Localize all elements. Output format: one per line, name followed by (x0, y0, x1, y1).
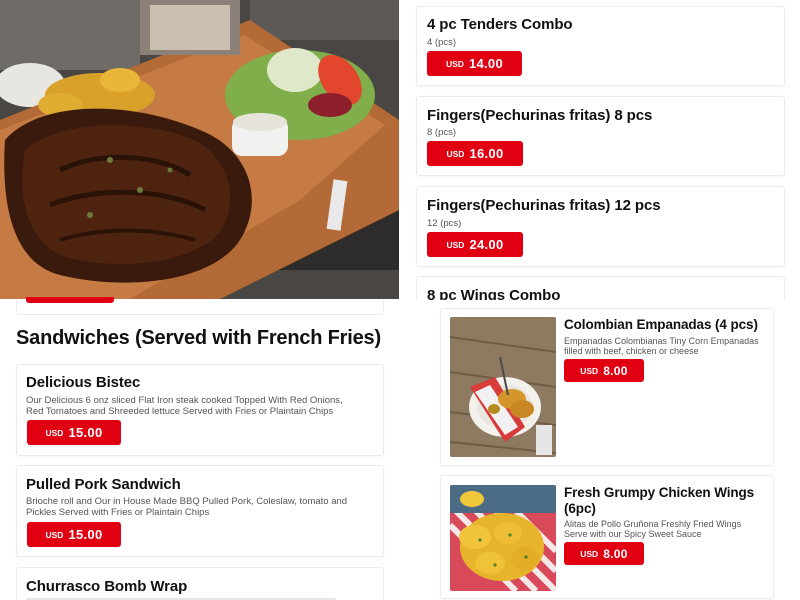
chicken-wings-photo (450, 485, 556, 591)
menu-item-description-line: Pickles Served with Fries or Plaintain C… (26, 507, 210, 518)
add-to-cart-button[interactable]: USD 8.00 (564, 359, 644, 382)
menu-item-card[interactable]: Pulled Pork Sandwich Brioche roll and Ou… (16, 465, 384, 557)
card-peek-bottom (16, 299, 384, 315)
price-label: 24.00 (469, 237, 504, 252)
menu-item-portion: 8 (pcs) (427, 127, 457, 138)
add-to-cart-button[interactable]: USD 15.00 (27, 420, 121, 445)
menu-item-card[interactable]: Fresh Grumpy Chicken Wings (6pc) Alitas … (440, 475, 774, 599)
menu-item-title: (6pc) (564, 501, 596, 516)
menu-item-card-clipped[interactable]: Churrasco Bomb Wrap (16, 567, 384, 600)
add-to-cart-button[interactable]: USD 14.00 (427, 51, 522, 76)
price-label: 15.00 (68, 527, 103, 542)
menu-item-title: Fingers(Pechurinas fritas) 8 pcs (427, 107, 653, 124)
currency-label: USD (446, 239, 465, 250)
menu-item-title: Colombian Empanadas (4 pcs) (564, 317, 758, 332)
menu-item-portion: 12 (pcs) (427, 218, 462, 229)
add-to-cart-button[interactable]: USD 24.00 (427, 232, 523, 257)
menu-item-description-line: filled with beef, chicken or cheese (564, 346, 699, 356)
menu-item-card-clipped[interactable]: 8 pc Wings Combo (416, 276, 785, 300)
price-label: 15.00 (68, 425, 103, 440)
menu-item-description-line: Our Delicious 6 onz sliced Flat Iron ste… (26, 395, 343, 406)
section-title: Sandwiches (Served with French Fries) (16, 327, 381, 349)
add-to-cart-button[interactable]: USD 16.00 (427, 141, 523, 166)
menu-item-description-line: Red Tomatoes and Shreeded lettuce Served… (26, 406, 334, 417)
empanadas-photo (450, 317, 556, 457)
menu-item-card[interactable]: Delicious Bistec Our Delicious 6 onz sli… (16, 364, 384, 456)
menu-item-portion: 4 (pcs) (427, 37, 457, 48)
currency-label: USD (446, 58, 464, 69)
hero-food-photo (0, 0, 399, 299)
menu-item-description-line: Brioche roll and Our in House Made BBQ P… (26, 496, 348, 507)
menu-item-card[interactable]: Fingers(Pechurinas fritas) 12 pcs 12 (pc… (416, 186, 785, 267)
menu-item-card[interactable]: Fingers(Pechurinas fritas) 8 pcs 8 (pcs)… (416, 96, 785, 176)
menu-item-title: Fingers(Pechurinas fritas) 12 pcs (427, 197, 661, 214)
price-label: 16.00 (469, 146, 504, 161)
menu-item-card[interactable]: 4 pc Tenders Combo 4 (pcs) USD 14.00 (416, 6, 785, 86)
currency-label: USD (446, 148, 465, 159)
price-label: 14.00 (468, 56, 503, 71)
currency-label: USD (580, 365, 599, 376)
currency-label: USD (580, 548, 599, 559)
price-label: 8.00 (603, 363, 628, 378)
menu-item-title: 4 pc Tenders Combo (427, 16, 573, 33)
menu-item-title: 8 pc Wings Combo (427, 287, 561, 300)
menu-item-title: Pulled Pork Sandwich (26, 476, 181, 493)
currency-label: USD (45, 427, 64, 438)
add-to-cart-button[interactable]: USD 8.00 (564, 542, 644, 565)
menu-item-card[interactable]: Colombian Empanadas (4 pcs) Empanadas Co… (440, 308, 774, 466)
menu-item-title: Churrasco Bomb Wrap (26, 578, 188, 595)
menu-item-description-line: Serve with our Spicy Sweet Sauce (564, 529, 702, 539)
add-to-cart-button[interactable]: USD 15.00 (27, 522, 121, 547)
price-label: 8.00 (603, 546, 628, 561)
menu-item-title: Delicious Bistec (26, 374, 141, 391)
menu-item-title: Fresh Grumpy Chicken Wings (564, 485, 755, 500)
currency-label: USD (45, 529, 64, 540)
ribs-photo-illustration (0, 0, 399, 299)
